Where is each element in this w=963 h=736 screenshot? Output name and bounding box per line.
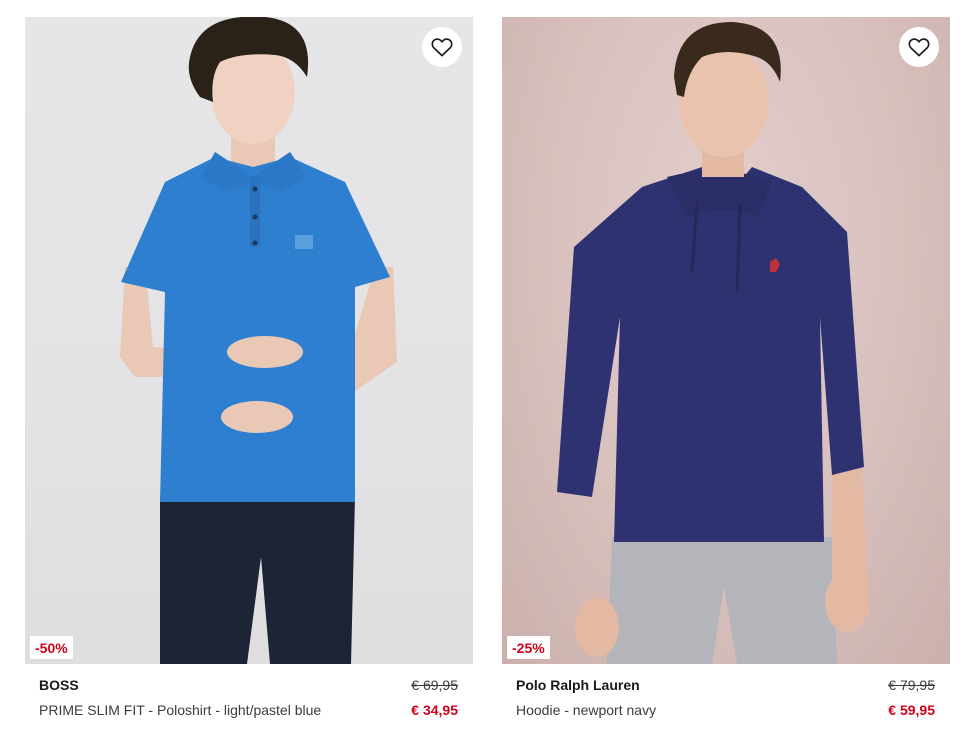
product-image[interactable]: -25% [502, 17, 950, 664]
wishlist-button[interactable] [422, 27, 462, 67]
product-info[interactable]: Polo Ralph Lauren Hoodie - newport navy … [502, 664, 950, 736]
product-card[interactable]: -50% BOSS PRIME SLIM FIT - Poloshirt - l… [25, 17, 473, 736]
discount-badge: -25% [507, 636, 550, 659]
product-image[interactable]: -50% [25, 17, 473, 664]
product-info[interactable]: BOSS PRIME SLIM FIT - Poloshirt - light/… [25, 664, 473, 736]
original-price: € 79,95 [888, 677, 935, 693]
heart-outline-icon [431, 38, 453, 57]
product-name: Hoodie - newport navy [516, 702, 657, 718]
product-name: PRIME SLIM FIT - Poloshirt - light/paste… [39, 702, 322, 718]
heart-outline-icon [908, 38, 930, 57]
sale-price: € 59,95 [888, 702, 935, 718]
product-grid: -50% BOSS PRIME SLIM FIT - Poloshirt - l… [0, 0, 963, 736]
product-card[interactable]: -25% Polo Ralph Lauren Hoodie - newport … [502, 17, 950, 736]
discount-badge: -50% [30, 636, 73, 659]
model-photo [557, 22, 870, 664]
product-brand: Polo Ralph Lauren [516, 677, 640, 693]
product-brand: BOSS [39, 677, 79, 693]
sale-price: € 34,95 [411, 702, 458, 718]
wishlist-button[interactable] [899, 27, 939, 67]
model-photo [120, 17, 397, 664]
original-price: € 69,95 [411, 677, 458, 693]
